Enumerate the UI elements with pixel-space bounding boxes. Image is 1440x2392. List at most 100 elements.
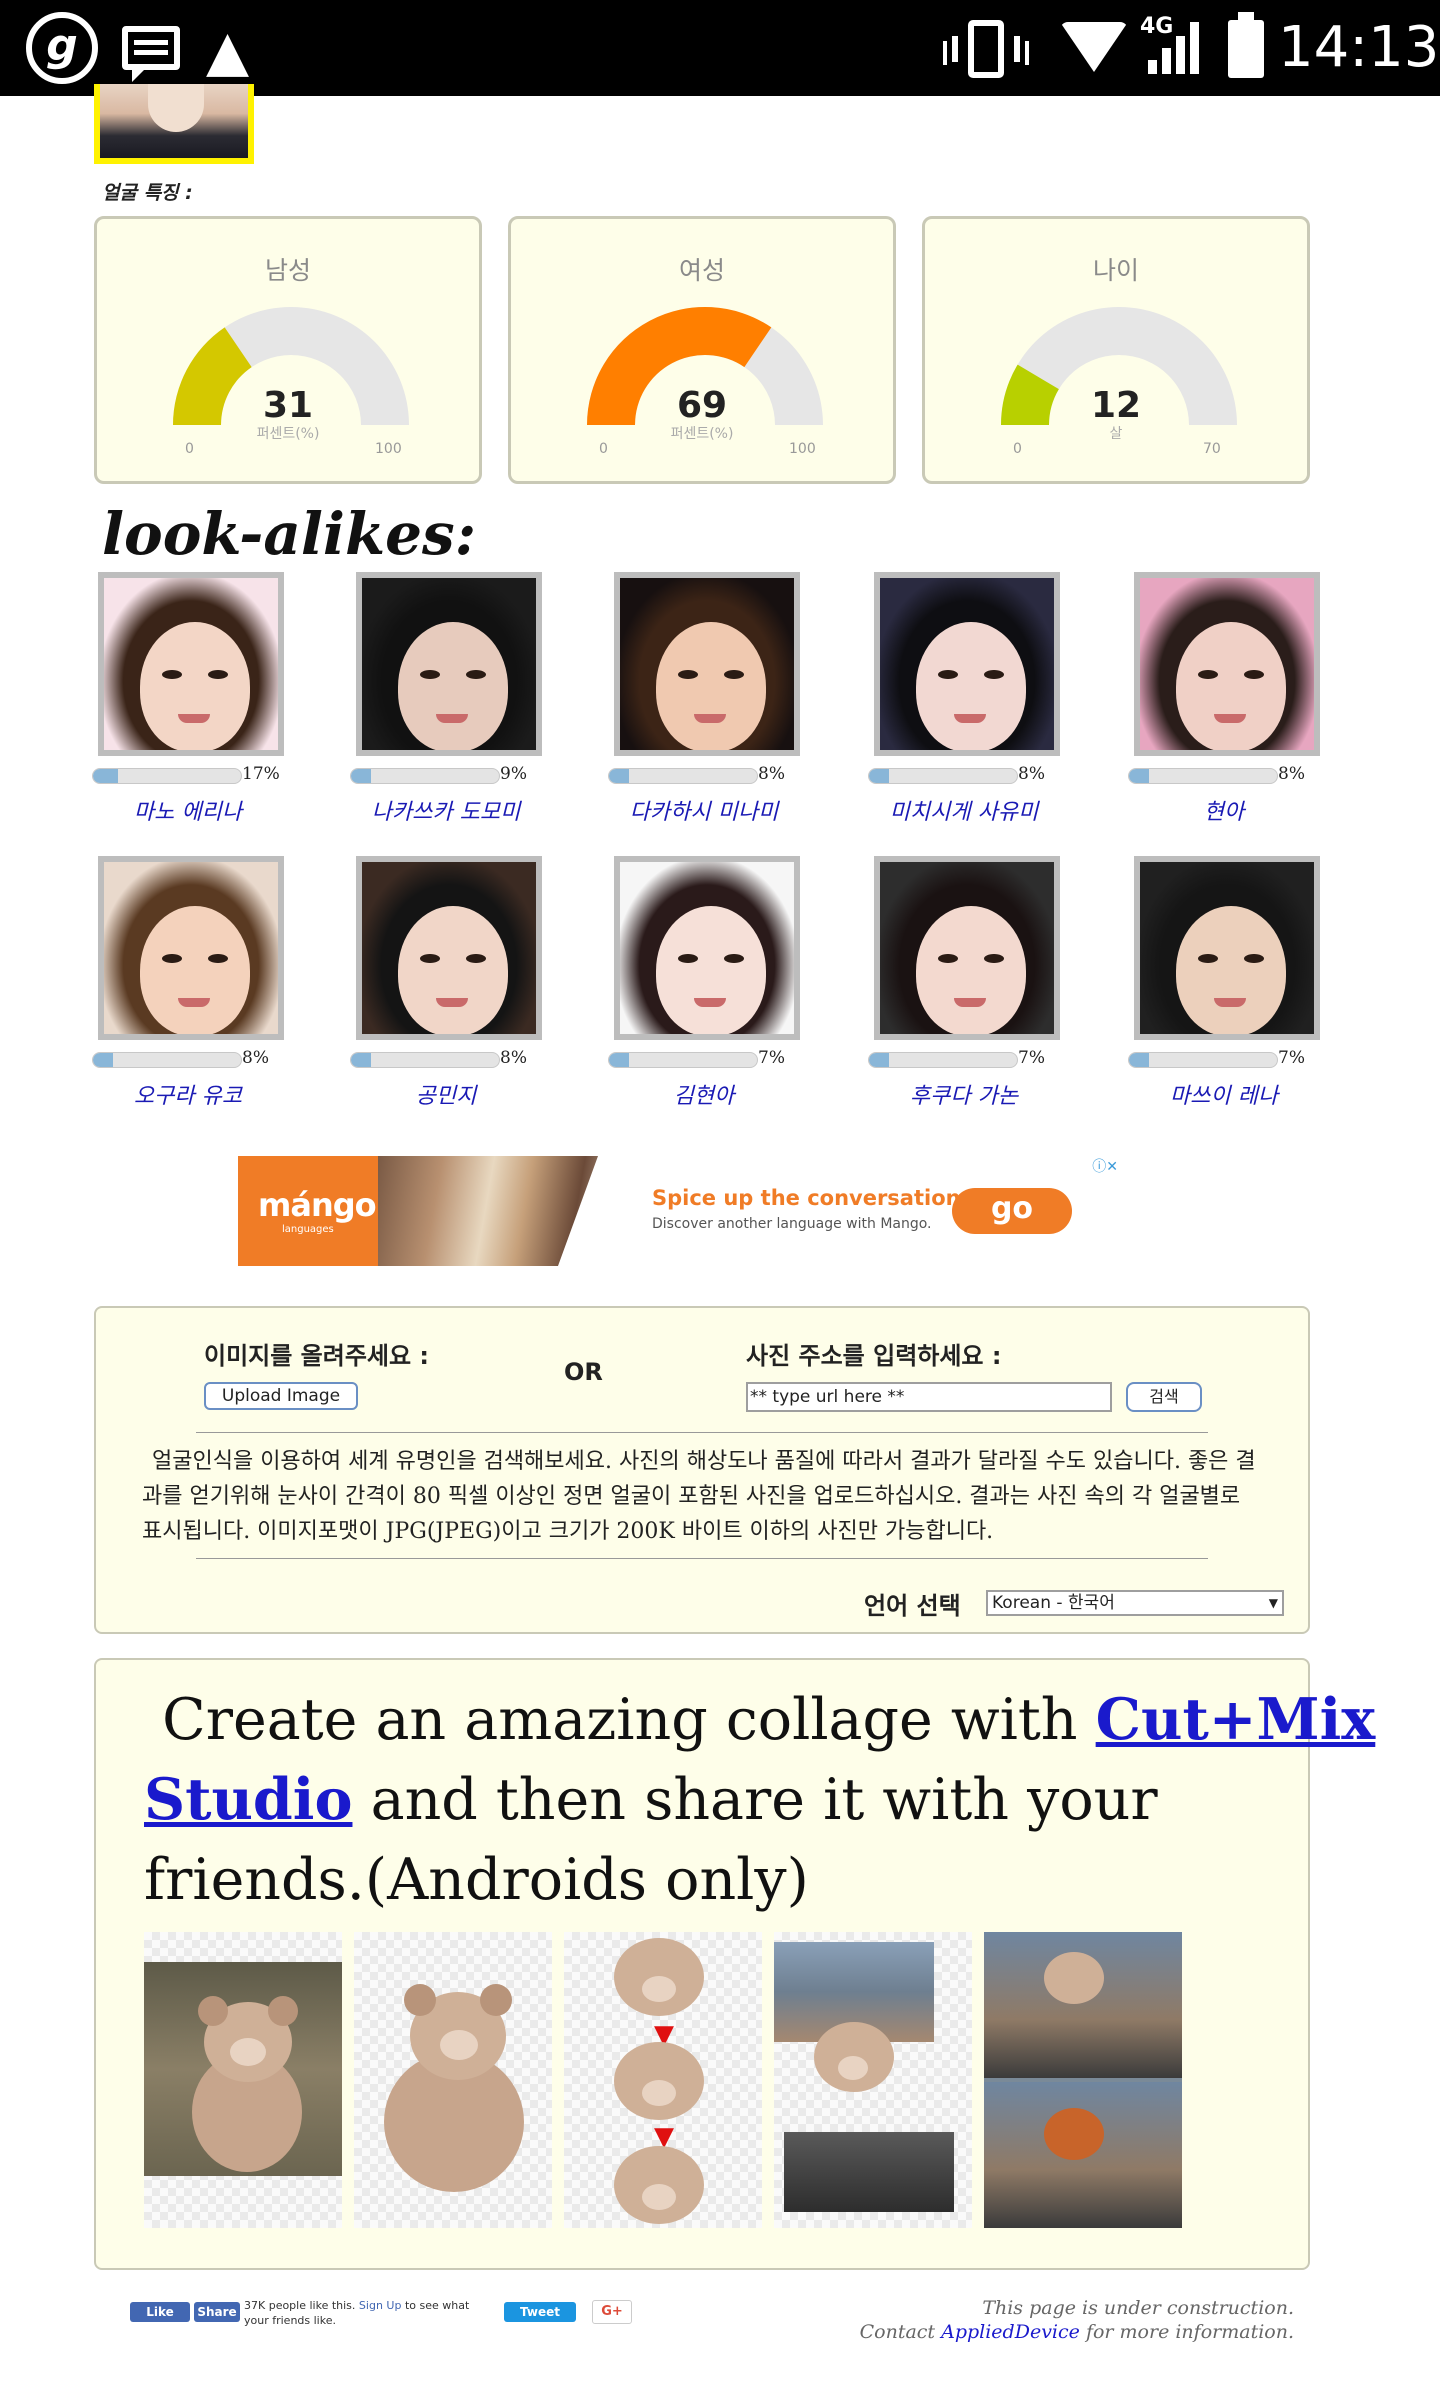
ad-banner[interactable]: mángo languages Spice up the conversatio… — [238, 1156, 1118, 1266]
applieddevice-link[interactable]: AppliedDevice — [941, 2321, 1080, 2343]
similarity-percent: 8% — [242, 1048, 269, 1068]
celebrity-name-link[interactable]: 마노 에리나 — [68, 794, 308, 826]
footer-note: This page is under construction. Contact… — [859, 2297, 1294, 2343]
lookalike-photo[interactable] — [1134, 572, 1320, 756]
adchoices-icon[interactable]: ⓘ✕ — [1078, 1156, 1118, 1176]
lookalike-photo[interactable] — [98, 856, 284, 1040]
upload-image-button[interactable]: Upload Image — [204, 1382, 358, 1410]
gauge-min: 0 — [599, 441, 608, 457]
divider — [196, 1432, 1208, 1433]
gauge-card: 나이 12 살 0 70 — [922, 216, 1310, 484]
similarity-bar — [608, 1052, 758, 1068]
lookalike-photo[interactable] — [614, 572, 800, 756]
lookalike-item[interactable]: 7% 김현아 — [608, 856, 814, 1126]
celebrity-name-link[interactable]: 후쿠다 가논 — [844, 1078, 1084, 1110]
lookalike-photo[interactable] — [1134, 856, 1320, 1040]
similarity-bar — [1128, 768, 1278, 784]
language-select[interactable]: Korean - 한국어 — [986, 1590, 1284, 1616]
similarity-bar — [608, 768, 758, 784]
gauge-arc — [587, 306, 823, 425]
url-label: 사진 주소를 입력하세요 : — [746, 1342, 1002, 1370]
similarity-percent: 9% — [500, 764, 527, 784]
celebrity-name-link[interactable]: 공민지 — [326, 1078, 566, 1110]
lookalike-item[interactable]: 8% 공민지 — [350, 856, 556, 1126]
gauge-unit: 퍼센트(%) — [256, 426, 320, 442]
app-g-icon: g — [26, 12, 98, 84]
collage-step-image-4 — [774, 1932, 972, 2228]
celebrity-name-link[interactable]: 다카하시 미나미 — [584, 794, 824, 826]
upload-panel: 이미지를 올려주세요 : Upload Image OR 사진 주소를 입력하세… — [94, 1306, 1310, 1634]
celebrity-name-link[interactable]: 나카쓰카 도모미 — [326, 794, 566, 826]
similarity-bar — [868, 1052, 1018, 1068]
ad-subtext: Discover another language with Mango. — [652, 1216, 932, 1232]
face-features-label: 얼굴 특징 : — [102, 182, 193, 204]
lookalike-photo[interactable] — [874, 856, 1060, 1040]
celebrity-name-link[interactable]: 미치시게 사유미 — [844, 794, 1084, 826]
collage-step-image-1 — [144, 1932, 342, 2228]
collage-step-image-3: ▼ ▼ — [564, 1932, 762, 2228]
upload-description: 얼굴인식을 이용하여 세계 유명인을 검색해보세요. 사진의 해상도나 품질에 … — [142, 1449, 1256, 1544]
ad-go-button[interactable]: go — [952, 1188, 1072, 1234]
gauge-max: 100 — [789, 441, 816, 457]
lookalike-item[interactable]: 17% 마노 에리나 — [92, 572, 298, 842]
celebrity-name-link[interactable]: 김현아 — [584, 1078, 824, 1110]
lookalike-item[interactable]: 8% 다카하시 미나미 — [608, 572, 814, 842]
facebook-signup-link[interactable]: Sign Up — [359, 2299, 402, 2312]
collage-promo-text: Create an amazing collage with Cut+Mix S… — [144, 1686, 1376, 1913]
search-button[interactable]: 검색 — [1126, 1382, 1202, 1412]
celebrity-name-link[interactable]: 마쓰이 레나 — [1104, 1078, 1344, 1110]
gauge-unit: 살 — [1109, 426, 1123, 442]
lookalike-item[interactable]: 7% 마쓰이 레나 — [1128, 856, 1334, 1126]
collage-step-image-5 — [984, 1932, 1182, 2228]
lookalike-photo[interactable] — [98, 572, 284, 756]
facebook-like-button[interactable]: Like — [130, 2302, 190, 2322]
similarity-bar — [92, 768, 242, 784]
tweet-button[interactable]: Tweet — [504, 2302, 576, 2322]
similarity-percent: 8% — [500, 1048, 527, 1068]
similarity-percent: 17% — [242, 764, 280, 784]
gauge-max: 100 — [375, 441, 402, 457]
clock: 14:13 — [1278, 15, 1440, 80]
gauge-arc — [1001, 307, 1237, 425]
lookalike-photo[interactable] — [356, 856, 542, 1040]
battery-icon — [1228, 12, 1264, 78]
similarity-bar — [1128, 1052, 1278, 1068]
lookalike-photo[interactable] — [614, 856, 800, 1040]
gauge-min: 0 — [1013, 441, 1022, 457]
gauge-value: 12 — [1090, 385, 1142, 426]
facebook-share-button[interactable]: Share — [194, 2302, 240, 2322]
gauge-min: 0 — [185, 441, 194, 457]
or-label: OR — [564, 1358, 603, 1386]
similarity-percent: 8% — [758, 764, 785, 784]
lookalike-photo[interactable] — [356, 572, 542, 756]
lookalike-item[interactable]: 7% 후쿠다 가논 — [868, 856, 1074, 1126]
similarity-percent: 7% — [1278, 1048, 1305, 1068]
gauge-value: 31 — [262, 385, 314, 426]
google-plus-button[interactable]: G+ — [592, 2300, 632, 2324]
url-input[interactable]: ** type url here ** — [746, 1382, 1112, 1412]
lookalike-item[interactable]: 8% 현아 — [1128, 572, 1334, 842]
ad-photo — [378, 1156, 618, 1266]
wifi-icon — [1060, 22, 1128, 72]
celebrity-name-link[interactable]: 현아 — [1104, 794, 1344, 826]
similarity-percent: 7% — [1018, 1048, 1045, 1068]
lookalike-item[interactable]: 8% 오구라 유코 — [92, 856, 298, 1126]
gauge-unit: 퍼센트(%) — [670, 426, 734, 442]
similarity-bar — [350, 1052, 500, 1068]
lookalike-photo[interactable] — [874, 572, 1060, 756]
lookalike-item[interactable]: 8% 미치시게 사유미 — [868, 572, 1074, 842]
collage-step-image-2 — [354, 1932, 552, 2228]
vibrate-icon — [952, 20, 1020, 78]
similarity-bar — [92, 1052, 242, 1068]
uploaded-face-thumbnail[interactable] — [94, 84, 254, 164]
upload-label: 이미지를 올려주세요 : — [204, 1342, 430, 1370]
lookalike-item[interactable]: 9% 나카쓰카 도모미 — [350, 572, 556, 842]
celebrity-name-link[interactable]: 오구라 유코 — [68, 1078, 308, 1110]
lookalikes-title: look-alikes: — [102, 500, 477, 568]
similarity-bar — [868, 768, 1018, 784]
divider — [196, 1558, 1208, 1559]
gauge-card: 여성 69 퍼센트(%) 0 100 — [508, 216, 896, 484]
similarity-percent: 8% — [1018, 764, 1045, 784]
ad-brand-logo: mángo languages — [238, 1156, 378, 1266]
message-icon — [122, 26, 180, 82]
